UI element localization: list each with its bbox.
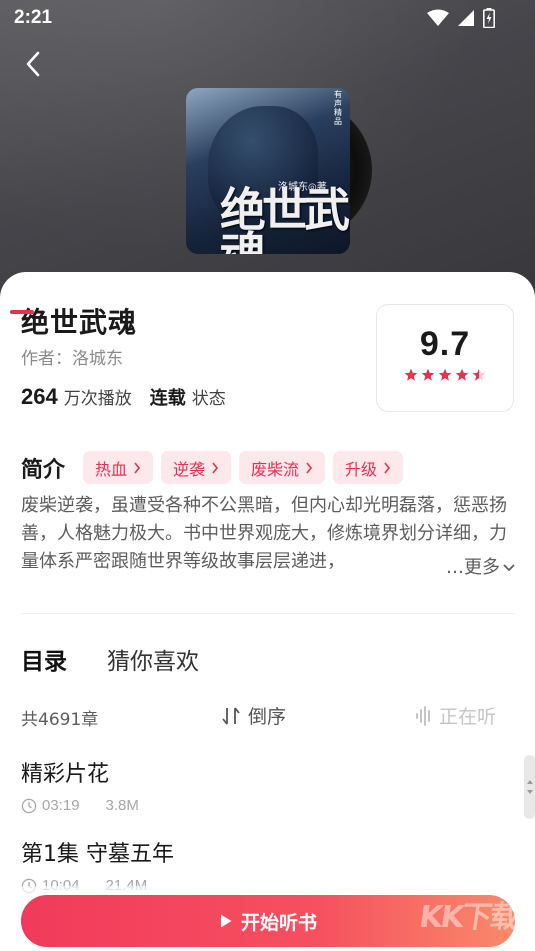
chevron-right-icon (306, 462, 313, 473)
tag-label: 废柴流 (251, 459, 300, 479)
start-listening-label: 开始听书 (240, 911, 317, 934)
signal-icon (458, 10, 474, 26)
sort-label: 倒序 (248, 706, 287, 728)
book-stats: 264 万次播放 连载 状态 (21, 384, 226, 410)
chapter-count: 共4691章 (21, 710, 99, 730)
cover-art: 有声精品 洛城东◎著 绝世武魂 (186, 88, 350, 254)
tag-level-up[interactable]: 升级 (333, 451, 404, 484)
intro-heading: 简介 (21, 458, 66, 483)
tag-label: 升级 (345, 459, 378, 479)
serial-status-label: 状态 (191, 389, 226, 409)
battery-icon (483, 8, 495, 28)
rating-stars (377, 368, 513, 382)
now-listening-button[interactable]: 正在听 (415, 702, 496, 729)
fast-scroll-handle[interactable] (524, 755, 535, 819)
chevron-right-icon (384, 462, 391, 473)
more-button[interactable]: …更多 (444, 554, 516, 582)
watermark-logo: KK下载 (417, 900, 521, 935)
play-icon (220, 914, 232, 928)
author-label: 作者： (21, 349, 72, 369)
sound-wave-icon (416, 705, 430, 726)
more-label: …更多 (446, 557, 500, 578)
intro-text: 废柴逆袭，虽遭受各种不公黑暗，但内心却光明磊落，惩恶扬善，人格魅力极大。书中世界… (21, 495, 507, 572)
tag-label: 逆袭 (173, 459, 206, 479)
episode-meta: 03:19 3.8M (21, 797, 515, 814)
tag-underdog[interactable]: 废柴流 (239, 451, 326, 484)
episode-size: 3.8M (105, 797, 139, 814)
status-icons (427, 8, 495, 28)
divider (21, 613, 515, 614)
rating-score: 9.7 (419, 325, 471, 363)
chevron-left-icon (26, 51, 40, 77)
sort-button[interactable]: 倒序 (222, 702, 286, 729)
chevron-right-icon (212, 462, 219, 473)
back-button[interactable] (18, 46, 52, 82)
tag-label: 热血 (95, 459, 128, 479)
listening-label: 正在听 (439, 706, 497, 728)
genre-tags: 热血 逆袭 废柴流 升级 (83, 451, 404, 484)
play-count: 264 (21, 384, 58, 409)
play-count-unit: 万次播放 (63, 389, 132, 409)
album-cover[interactable]: 有声精品 洛城东◎著 绝世武魂 (186, 88, 386, 254)
wifi-icon (427, 9, 449, 26)
star-icon (438, 368, 452, 381)
detail-sheet: 绝世武魂 作者：洛城东 264 万次播放 连载 状态 9.7 简介 热血 逆袭 … (0, 272, 535, 951)
star-icon (421, 368, 435, 381)
chevron-right-icon (134, 462, 141, 473)
star-icon (404, 368, 418, 381)
serial-status: 连载 (149, 388, 186, 409)
active-tab-indicator (10, 310, 34, 314)
author-line: 作者：洛城东 (21, 344, 123, 369)
half-star-icon (472, 368, 486, 381)
tag-comeback[interactable]: 逆袭 (161, 451, 232, 484)
sort-icon (222, 706, 240, 725)
status-time: 2:21 (14, 7, 53, 28)
rating-card[interactable]: 9.7 (376, 304, 514, 412)
content-tabs: 目录 猜你喜欢 (21, 642, 199, 676)
list-item[interactable]: 精彩片花 03:19 3.8M (21, 756, 515, 814)
book-title: 绝世武魂 (21, 306, 138, 339)
tab-recommendations[interactable]: 猜你喜欢 (107, 642, 199, 676)
tag-hot-blood[interactable]: 热血 (83, 451, 154, 484)
cover-corner-tag: 有声精品 (334, 90, 342, 126)
chevron-down-icon (503, 564, 515, 572)
author-name: 洛城东 (72, 349, 123, 369)
episode-title: 第1集 守墓五年 (21, 842, 174, 867)
clock-icon (21, 798, 37, 813)
episode-duration: 03:19 (42, 797, 80, 814)
tab-catalog[interactable]: 目录 (21, 642, 67, 676)
episode-title: 精彩片花 (21, 762, 110, 787)
cover-title-art: 绝世武魂 (220, 183, 350, 254)
star-icon (455, 368, 469, 381)
status-bar: 2:21 (0, 0, 535, 36)
